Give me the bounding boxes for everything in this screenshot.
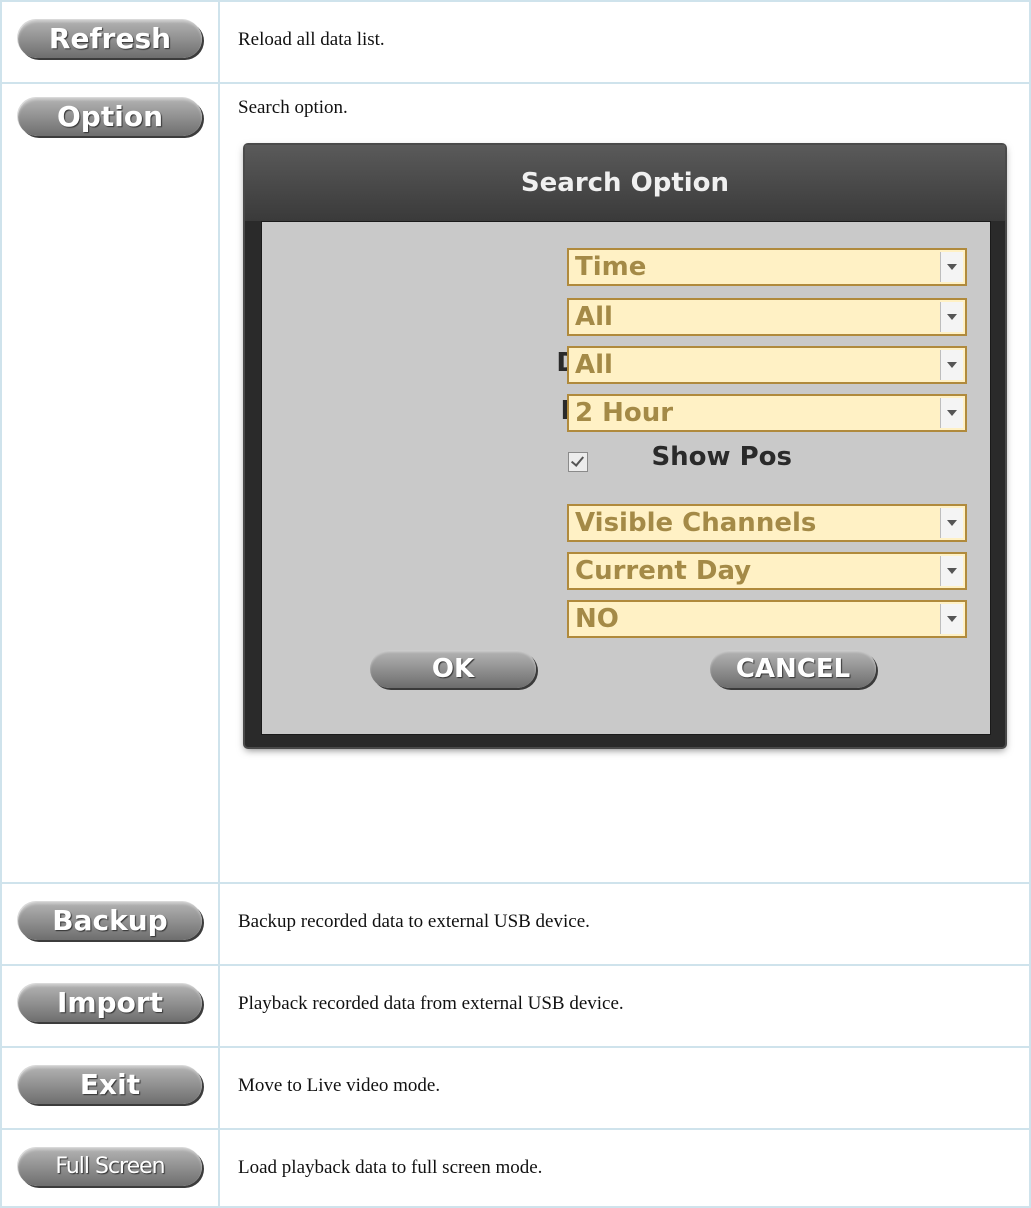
default-channel-select[interactable]: All (567, 346, 967, 384)
table-row: Full Screen Load playback data to full s… (0, 1128, 1031, 1208)
chevron-down-icon[interactable] (940, 398, 963, 428)
exit-description: Move to Live video mode. (238, 1075, 441, 1096)
play-range-select[interactable]: Current Day (567, 552, 967, 590)
chevron-down-icon[interactable] (940, 556, 963, 586)
default-event-select[interactable]: All (567, 298, 967, 336)
search-option-dialog: Search Option Default Mode Time Default … (245, 145, 1005, 747)
chevron-down-icon[interactable] (940, 252, 963, 282)
show-pos-checkbox[interactable] (568, 452, 588, 472)
refresh-button[interactable]: Refresh (18, 20, 202, 58)
backup-description: Backup recorded data to external USB dev… (238, 911, 590, 932)
default-interval-select[interactable]: 2 Hour (567, 394, 967, 432)
date-overlap-select[interactable]: NO (567, 600, 967, 638)
ok-button[interactable]: OK (370, 650, 536, 688)
exit-button[interactable]: Exit (18, 1066, 202, 1104)
default-mode-select[interactable]: Time (567, 248, 967, 286)
table-row: Import Playback recorded data from exter… (0, 964, 1031, 1048)
chevron-down-icon[interactable] (940, 604, 963, 634)
full-screen-button[interactable]: Full Screen (18, 1148, 202, 1186)
default-channel-value: All (575, 350, 613, 380)
option-button[interactable]: Option (18, 98, 202, 136)
cancel-button[interactable]: CANCEL (710, 650, 876, 688)
refresh-description: Reload all data list. (238, 29, 385, 50)
show-pos-label: Show Pos (651, 442, 792, 472)
import-button[interactable]: Import (18, 984, 202, 1022)
backup-button[interactable]: Backup (18, 902, 202, 940)
dialog-body: Default Mode Time Default Event All Defa… (261, 221, 991, 735)
table-row: Exit Move to Live video mode. (0, 1046, 1031, 1130)
dialog-title: Search Option (245, 145, 1005, 221)
chevron-down-icon[interactable] (940, 302, 963, 332)
date-overlap-value: NO (575, 604, 619, 634)
table-row: Backup Backup recorded data to external … (0, 882, 1031, 966)
default-mode-value: Time (575, 252, 647, 282)
play-value: Visible Channels (575, 508, 817, 538)
default-interval-value: 2 Hour (575, 398, 674, 428)
table-row: Refresh Reload all data list. (0, 0, 1031, 84)
option-description: Search option. (238, 97, 348, 118)
full-screen-description: Load playback data to full screen mode. (238, 1157, 543, 1178)
chevron-down-icon[interactable] (940, 508, 963, 538)
chevron-down-icon[interactable] (940, 350, 963, 380)
play-select[interactable]: Visible Channels (567, 504, 967, 542)
import-description: Playback recorded data from external USB… (238, 993, 624, 1014)
default-event-value: All (575, 302, 613, 332)
play-range-value: Current Day (575, 556, 752, 586)
